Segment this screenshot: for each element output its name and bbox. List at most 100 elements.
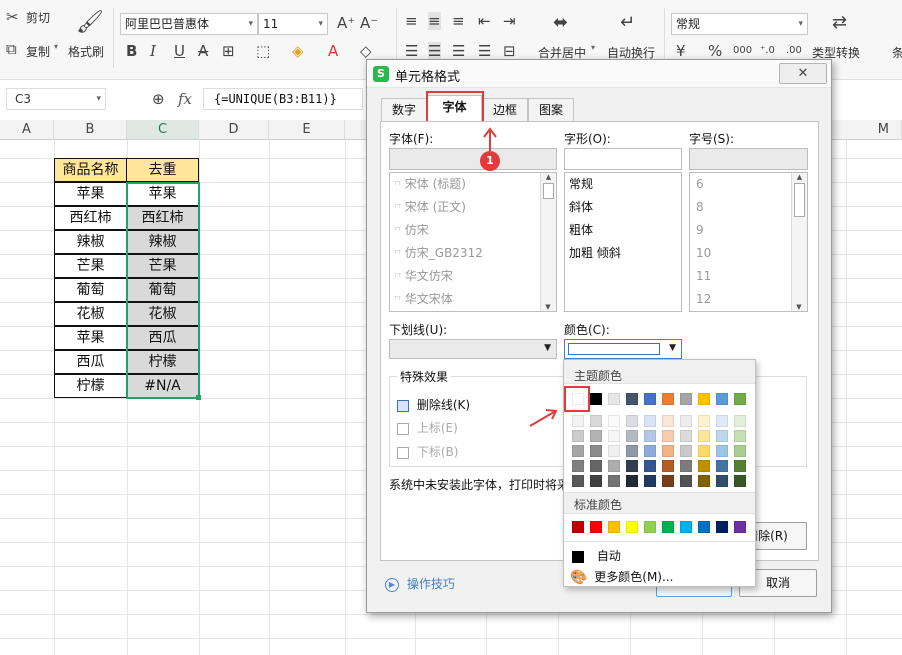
zoom-icon[interactable]: ⊕ — [152, 90, 165, 108]
color-select[interactable]: ▼ — [564, 339, 682, 359]
list-item[interactable]: ᵀᵀ 华文仿宋 — [394, 265, 538, 288]
list-item[interactable]: ᵀᵀ 仿宋_GB2312 — [394, 242, 538, 265]
color-swatch[interactable] — [716, 475, 728, 487]
increase-decimal-icon[interactable]: ⁺.0 — [760, 42, 775, 60]
list-item[interactable]: 10 — [696, 242, 711, 265]
color-swatch[interactable] — [626, 475, 638, 487]
color-swatch[interactable] — [680, 445, 692, 457]
scroll-thumb[interactable] — [543, 183, 554, 199]
table-cell[interactable]: 花椒 — [126, 302, 199, 326]
table-cell[interactable]: 西瓜 — [54, 350, 127, 374]
list-item[interactable]: 常规 — [569, 173, 621, 196]
fx-icon[interactable]: fx — [178, 90, 192, 108]
color-swatch[interactable] — [662, 460, 674, 472]
chevron-down-icon[interactable]: ▾ — [54, 42, 58, 51]
scroll-thumb[interactable] — [794, 183, 805, 217]
scissors-icon[interactable]: ✂ — [6, 8, 19, 26]
align-right-icon[interactable]: ☰ — [452, 42, 465, 60]
table-cell[interactable]: 柠檬 — [126, 350, 199, 374]
color-swatch[interactable] — [662, 430, 674, 442]
fill-icon[interactable]: ⬚ — [256, 42, 270, 60]
convert-icon[interactable]: ⇄ — [832, 14, 847, 32]
color-swatch[interactable] — [590, 460, 602, 472]
decrease-decimal-icon[interactable]: .00 — [786, 42, 802, 60]
table-cell[interactable]: 芒果 — [126, 254, 199, 278]
color-swatch[interactable] — [680, 460, 692, 472]
underline-icon[interactable]: U — [174, 42, 185, 60]
table-cell[interactable]: 芒果 — [54, 254, 127, 278]
dialog-titlebar[interactable]: S 单元格格式 ✕ — [367, 60, 831, 88]
chevron-up-icon[interactable]: ▲ — [792, 173, 807, 181]
color-swatch[interactable] — [572, 415, 584, 427]
color-swatch[interactable] — [626, 460, 638, 472]
color-swatch[interactable] — [626, 430, 638, 442]
color-swatch[interactable] — [698, 393, 710, 405]
list-item[interactable]: ᵀᵀ 宋体 (标题) — [394, 173, 538, 196]
color-swatch[interactable] — [662, 475, 674, 487]
align-center-icon[interactable]: ☰ — [428, 42, 442, 60]
superscript-option[interactable]: 上标(E) — [397, 419, 458, 436]
color-swatch[interactable] — [734, 393, 746, 405]
copy-button[interactable]: 复制 — [26, 43, 50, 60]
name-box[interactable]: C3 ▾ — [6, 88, 106, 110]
align-top-icon[interactable]: ≡ — [405, 12, 418, 30]
checkbox[interactable] — [397, 446, 409, 459]
list-item[interactable]: 加粗 倾斜 — [569, 242, 621, 265]
table-cell[interactable]: 苹果 — [54, 326, 127, 350]
color-swatch[interactable] — [590, 393, 602, 405]
color-swatch[interactable] — [680, 393, 692, 405]
color-swatch[interactable] — [608, 521, 620, 533]
chevron-down-icon[interactable]: ▼ — [541, 303, 555, 311]
italic-icon[interactable]: I — [150, 42, 156, 60]
chevron-down-icon[interactable]: ▼ — [669, 343, 676, 353]
copy-icon[interactable]: ⧉ — [6, 40, 17, 58]
align-bottom-icon[interactable]: ≡ — [452, 12, 465, 30]
tab-border[interactable]: 边框 — [482, 98, 528, 121]
fill-color-icon[interactable]: ◈ — [292, 42, 304, 60]
color-swatch[interactable] — [608, 445, 620, 457]
color-swatch[interactable] — [590, 415, 602, 427]
auto-color-option[interactable]: 自动 — [572, 547, 621, 564]
list-item[interactable]: 9 — [696, 219, 711, 242]
table-cell[interactable]: 西红柿 — [126, 206, 199, 230]
table-header-cell[interactable]: 商品名称 — [54, 158, 127, 182]
list-item[interactable]: 12 — [696, 288, 711, 311]
chevron-down-icon[interactable]: ▾ — [798, 14, 803, 34]
table-header-cell[interactable]: 去重 — [126, 158, 199, 182]
chevron-down-icon[interactable]: ▾ — [591, 43, 595, 52]
color-swatch[interactable] — [626, 445, 638, 457]
close-button[interactable]: ✕ — [779, 63, 827, 84]
chevron-down-icon[interactable]: ▼ — [792, 303, 806, 311]
font-color-icon[interactable]: A — [328, 42, 338, 60]
percent-icon[interactable]: % — [708, 42, 722, 60]
increase-font-icon[interactable]: A⁺ — [337, 14, 355, 32]
table-cell[interactable]: 苹果 — [126, 182, 199, 206]
color-swatch[interactable] — [608, 430, 620, 442]
decrease-font-icon[interactable]: A⁻ — [360, 14, 378, 32]
table-cell[interactable]: 西红柿 — [54, 206, 127, 230]
tips-link[interactable]: ▶ 操作技巧 — [385, 575, 455, 592]
paintbrush-icon[interactable]: 🖌 — [76, 12, 104, 34]
distributed-icon[interactable]: ⊟ — [503, 42, 516, 60]
format-painter-button[interactable]: 格式刷 — [68, 43, 104, 60]
chevron-down-icon[interactable]: ▾ — [318, 14, 323, 34]
chevron-up-icon[interactable]: ▲ — [541, 173, 556, 181]
outdent-icon[interactable]: ⇤ — [478, 12, 491, 30]
column-header-d[interactable]: D — [199, 120, 269, 140]
color-swatch[interactable] — [644, 475, 656, 487]
color-swatch[interactable] — [716, 460, 728, 472]
color-swatch[interactable] — [698, 460, 710, 472]
style-input[interactable] — [564, 148, 682, 170]
font-list[interactable]: ᵀᵀ 宋体 (标题) ᵀᵀ 宋体 (正文) ᵀᵀ 仿宋 ᵀᵀ 仿宋_GB2312… — [389, 172, 557, 312]
table-cell[interactable]: 西瓜 — [126, 326, 199, 350]
color-swatch[interactable] — [698, 521, 710, 533]
bold-icon[interactable]: B — [126, 42, 137, 60]
color-swatch[interactable] — [662, 393, 674, 405]
color-swatch[interactable] — [698, 415, 710, 427]
font-list-scrollbar[interactable]: ▲ ▼ — [540, 173, 556, 311]
cut-button[interactable]: 剪切 — [26, 9, 50, 26]
color-swatch[interactable] — [608, 475, 620, 487]
color-swatch[interactable] — [626, 415, 638, 427]
align-middle-icon[interactable]: ≡ — [428, 12, 441, 30]
list-item[interactable]: 8 — [696, 196, 711, 219]
